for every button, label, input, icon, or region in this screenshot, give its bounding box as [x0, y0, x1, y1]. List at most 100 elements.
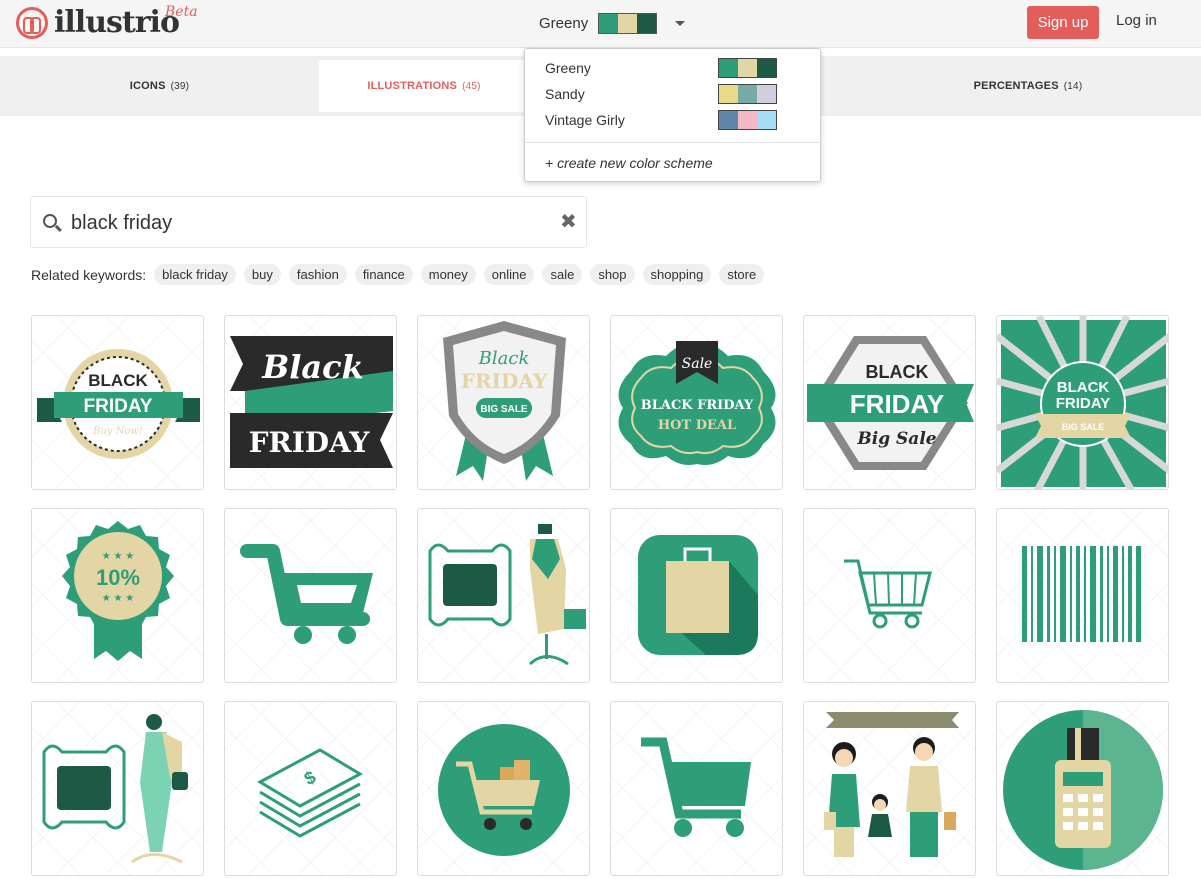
- keyword-tag[interactable]: fashion: [288, 264, 347, 285]
- logo-beta-label: Beta: [165, 4, 198, 20]
- search-input[interactable]: [71, 209, 531, 237]
- scheme-option-vintage-girly[interactable]: Vintage Girly: [545, 109, 805, 131]
- svg-text:HOT DEAL: HOT DEAL: [658, 418, 736, 433]
- illustration-card[interactable]: [803, 508, 976, 683]
- keyword-tag[interactable]: online: [483, 264, 535, 285]
- svg-text:FRIDAY: FRIDAY: [461, 369, 548, 393]
- create-color-scheme-link[interactable]: + create new color scheme: [545, 155, 713, 171]
- svg-text:FRIDAY: FRIDAY: [850, 389, 944, 419]
- keyword-tag[interactable]: shop: [590, 264, 635, 285]
- illustration-card[interactable]: Black FRIDAY BIG SALE: [417, 315, 590, 490]
- illustration-card[interactable]: [417, 508, 590, 683]
- scheme-option-swatches: [718, 58, 777, 78]
- svg-text:Black: Black: [478, 348, 530, 369]
- svg-text:Black: Black: [261, 348, 364, 386]
- illustration-card[interactable]: BLACK FRIDAY BIG SALE: [996, 315, 1169, 490]
- keyword-tag[interactable]: black friday: [154, 264, 236, 285]
- svg-text:10%: 10%: [96, 565, 140, 590]
- sale-hot-deal-illustration: Sale BLACK FRIDAY HOT DEAL: [618, 341, 776, 465]
- related-keywords: Related keywords: black friday buy fashi…: [31, 264, 772, 285]
- color-scheme-name: Greeny: [539, 14, 589, 32]
- svg-text:BIG SALE: BIG SALE: [1062, 422, 1105, 432]
- svg-text:$: $: [301, 767, 319, 789]
- illustration-card[interactable]: $: [224, 701, 397, 876]
- search-icon: [43, 214, 57, 228]
- color-scheme-selector[interactable]: Greeny: [539, 12, 686, 34]
- illustration-card[interactable]: [803, 701, 976, 876]
- svg-text:BIG SALE: BIG SALE: [480, 404, 528, 415]
- tab-illustrations[interactable]: ILLUSTRATIONS (45): [319, 60, 529, 112]
- illustration-card[interactable]: Sale BLACK FRIDAY HOT DEAL: [610, 315, 783, 490]
- svg-text:★ ★ ★: ★ ★ ★: [102, 593, 134, 604]
- svg-text:FRIDAY: FRIDAY: [249, 426, 371, 459]
- color-scheme-dropdown: Greeny Sandy Vintage Girly + create new …: [524, 48, 821, 182]
- svg-text:BLACK: BLACK: [866, 362, 929, 382]
- illustration-card[interactable]: BLACK FRIDAY Buy Now!: [31, 315, 204, 490]
- ten-percent-award-illustration: ★ ★ ★ 10% ★ ★ ★: [62, 521, 174, 661]
- related-keywords-label: Related keywords:: [31, 266, 147, 283]
- keyword-tag[interactable]: finance: [354, 264, 413, 285]
- scheme-option-label: Greeny: [545, 60, 591, 76]
- money-stack-icon: $: [256, 748, 364, 838]
- scheme-option-swatches: [718, 84, 777, 104]
- tab-label: PERCENTAGES: [973, 80, 1059, 92]
- search-bar: ✖: [30, 196, 587, 248]
- svg-text:BLACK: BLACK: [1057, 379, 1110, 396]
- keyword-tag[interactable]: store: [719, 264, 765, 285]
- illustration-card[interactable]: ★ ★ ★ 10% ★ ★ ★: [31, 508, 204, 683]
- fashion-woman-sign-illustration: [42, 714, 188, 864]
- svg-text:★ ★ ★: ★ ★ ★: [102, 551, 134, 562]
- solid-shopping-cart-icon: [641, 737, 751, 837]
- illustration-card[interactable]: [610, 508, 783, 683]
- illustration-card[interactable]: [996, 508, 1169, 683]
- svg-text:Big Sale: Big Sale: [856, 429, 936, 449]
- keyword-tag[interactable]: buy: [243, 264, 281, 285]
- black-friday-shield-illustration: Black FRIDAY BIG SALE: [443, 321, 566, 481]
- illustration-card[interactable]: [996, 701, 1169, 876]
- color-scheme-swatches: [598, 12, 658, 34]
- black-friday-ribbon-illustration: Black FRIDAY: [230, 336, 393, 468]
- card-payment-terminal-icon: [1003, 710, 1163, 870]
- shopping-bag-app-icon: [638, 535, 758, 655]
- tab-count: (39): [170, 80, 190, 92]
- keyword-tag[interactable]: sale: [542, 264, 583, 285]
- illustration-card[interactable]: [610, 701, 783, 876]
- svg-text:FRIDAY: FRIDAY: [1056, 395, 1110, 412]
- illustration-card[interactable]: [31, 701, 204, 876]
- svg-text:FRIDAY: FRIDAY: [84, 396, 153, 417]
- scheme-option-label: Vintage Girly: [545, 112, 625, 128]
- logo-icon: [16, 7, 48, 39]
- top-header: illustrio Beta Greeny Sign up Log in: [0, 0, 1201, 48]
- tab-percentages[interactable]: PERCENTAGES (14): [880, 56, 1176, 116]
- close-icon[interactable]: ✖: [560, 212, 577, 232]
- logo-text: illustrio: [54, 5, 180, 40]
- tab-label: ICONS: [129, 80, 166, 92]
- svg-text:BLACK: BLACK: [88, 371, 148, 390]
- illustration-card[interactable]: [224, 508, 397, 683]
- illustration-card[interactable]: [417, 701, 590, 876]
- keyword-tag[interactable]: money: [420, 264, 476, 285]
- scheme-option-greeny[interactable]: Greeny: [545, 57, 805, 79]
- barcode-icon: [1022, 546, 1141, 642]
- logo[interactable]: illustrio: [16, 5, 180, 40]
- black-friday-hexagon-illustration: BLACK FRIDAY Big Sale: [807, 336, 974, 470]
- scheme-option-swatches: [718, 110, 777, 130]
- signup-button[interactable]: Sign up: [1027, 6, 1099, 39]
- fashion-mannequin-sign-illustration: [428, 524, 586, 666]
- outline-shopping-cart-icon: [844, 559, 932, 629]
- dropdown-divider: [525, 142, 820, 143]
- tab-count: (14): [1063, 80, 1083, 92]
- svg-text:Sale: Sale: [682, 356, 713, 372]
- chevron-down-icon[interactable]: [675, 20, 686, 26]
- login-link[interactable]: Log in: [1116, 12, 1157, 29]
- svg-text:Buy Now!: Buy Now!: [92, 426, 143, 437]
- svg-text:BLACK FRIDAY: BLACK FRIDAY: [641, 398, 754, 413]
- scheme-option-sandy[interactable]: Sandy: [545, 83, 805, 105]
- tab-count: (45): [462, 80, 481, 92]
- keyword-tag[interactable]: shopping: [642, 264, 712, 285]
- illustration-card[interactable]: Black FRIDAY: [224, 315, 397, 490]
- tab-icons[interactable]: ICONS (39): [0, 56, 319, 116]
- shopping-cart-icon: [240, 544, 373, 644]
- family-shopping-illustration: [824, 712, 959, 857]
- illustration-card[interactable]: BLACK FRIDAY Big Sale: [803, 315, 976, 490]
